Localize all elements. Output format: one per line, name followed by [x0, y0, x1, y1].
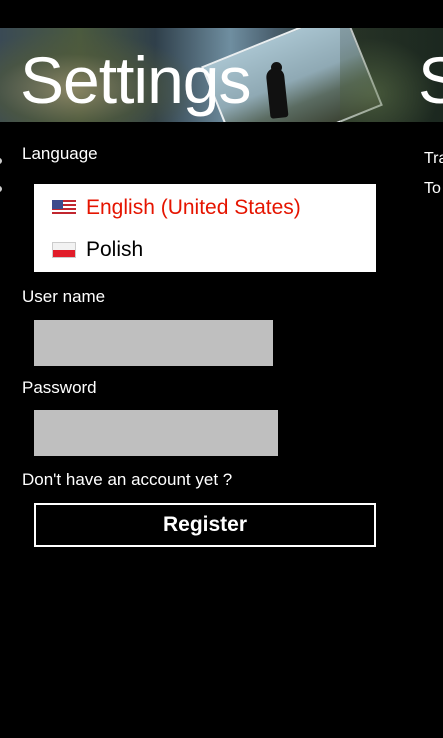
password-input[interactable] — [34, 410, 278, 456]
pl-flag-icon — [52, 242, 76, 258]
page-title: Settings — [20, 43, 251, 117]
language-label: Language — [22, 144, 98, 163]
us-flag-icon — [52, 200, 76, 216]
language-option-english[interactable]: English (United States) — [52, 193, 301, 223]
password-label: Password — [22, 378, 97, 397]
previous-panel-peek — [0, 158, 2, 164]
account-prompt: Don't have an account yet ? — [22, 470, 233, 489]
next-panel-item: Tra — [424, 150, 443, 167]
username-input[interactable] — [34, 320, 273, 366]
next-panorama-title[interactable]: S — [418, 40, 443, 120]
language-option-label: Polish — [86, 238, 144, 261]
language-option-polish[interactable]: Polish — [52, 235, 143, 265]
language-option-label: English (United States) — [86, 196, 301, 219]
previous-panel-peek — [0, 186, 2, 192]
language-list[interactable]: English (United States) Polish — [34, 184, 376, 272]
next-panel-item: To — [424, 180, 441, 197]
register-button[interactable]: Register — [34, 503, 376, 547]
username-label: User name — [22, 287, 106, 306]
